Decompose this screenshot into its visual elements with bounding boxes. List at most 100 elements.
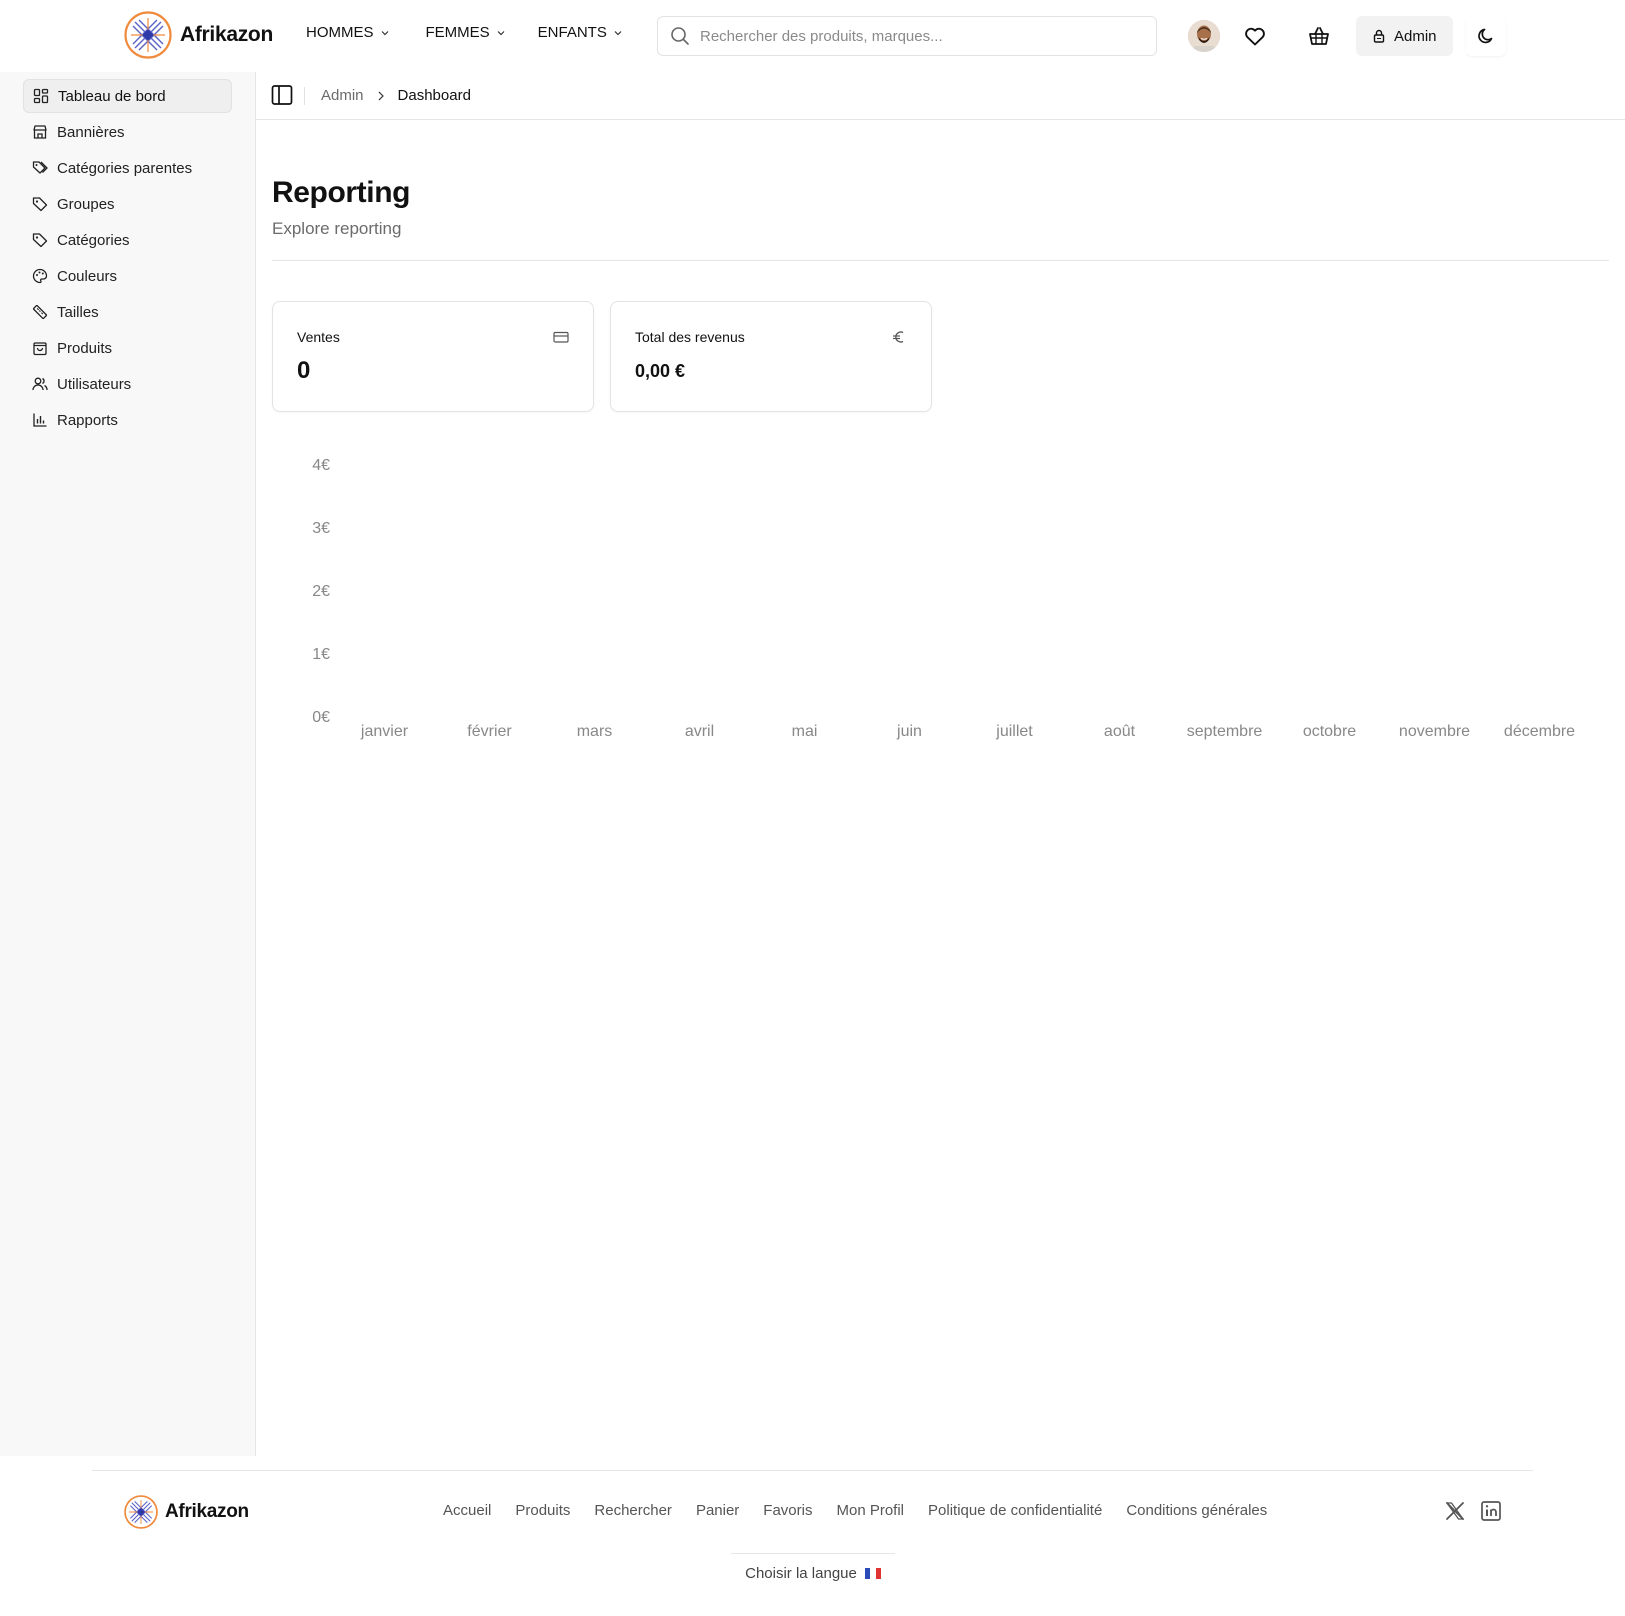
- user-avatar-icon: [1188, 20, 1220, 52]
- nav-femmes[interactable]: FEMMES: [426, 24, 506, 41]
- tag-icon: [32, 197, 48, 212]
- admin-button[interactable]: Admin: [1356, 16, 1453, 56]
- footer-link-produits[interactable]: Produits: [515, 1502, 570, 1519]
- breadcrumb-admin[interactable]: Admin: [321, 87, 364, 104]
- sidebar-item-categories-parentes[interactable]: Catégories parentes: [23, 151, 232, 185]
- footer-link-accueil[interactable]: Accueil: [443, 1502, 491, 1519]
- x-tick-label: novembre: [1399, 723, 1470, 740]
- ruler-icon: [32, 304, 48, 320]
- sidebar-item-label: Catégories: [57, 231, 130, 249]
- wishlist-button[interactable]: [1241, 22, 1269, 50]
- afrikazon-logo-icon: [124, 1495, 158, 1529]
- sidebar-item-groupes[interactable]: Groupes: [23, 187, 232, 221]
- revenue-chart: 0€ 1€ 2€ 3€ 4€ janvier février mars avril mai juin…: [312, 457, 1575, 740]
- tags-icon: [32, 161, 48, 174]
- main-nav: HOMMES FEMMES ENFANTS: [306, 24, 623, 41]
- footer-brand[interactable]: Afrikazon: [124, 1495, 249, 1529]
- moon-icon: [1478, 28, 1493, 44]
- sidebar-item-dashboard[interactable]: Tableau de bord: [23, 79, 232, 113]
- admin-sidebar: Tableau de bord Bannières Catégories par…: [0, 72, 256, 1456]
- chevron-down-icon: [381, 30, 388, 35]
- chevron-down-icon: [497, 30, 505, 35]
- theme-toggle-button[interactable]: [1466, 16, 1506, 56]
- shopping-bag-icon: [33, 342, 47, 356]
- chevron-down-icon: [614, 30, 622, 35]
- revenue-card: Total des revenus 0,00 €: [610, 301, 932, 412]
- cart-button[interactable]: [1305, 22, 1333, 50]
- sidebar-item-bannieres[interactable]: Bannières: [23, 115, 232, 149]
- page-title: Reporting: [272, 176, 411, 209]
- x-tick-label: janvier: [360, 723, 409, 740]
- tag-icon: [32, 233, 48, 248]
- page-subtitle: Explore reporting: [272, 219, 402, 238]
- sidebar-item-label: Couleurs: [57, 267, 118, 285]
- y-tick-label: 0€: [312, 709, 330, 726]
- sales-card-label: Ventes: [297, 329, 340, 345]
- footer-divider: [92, 1470, 1533, 1471]
- sidebar-item-produits[interactable]: Produits: [23, 331, 232, 365]
- nav-enfants-label: ENFANTS: [537, 24, 607, 41]
- avatar[interactable]: [1188, 20, 1220, 52]
- footer-link-panier[interactable]: Panier: [696, 1502, 739, 1519]
- content-topbar: Admin Dashboard: [256, 72, 1625, 120]
- search-icon: [671, 27, 689, 45]
- sidebar-item-couleurs[interactable]: Couleurs: [23, 259, 232, 293]
- divider: [272, 260, 1609, 261]
- sidebar-item-label: Catégories parentes: [57, 159, 193, 177]
- x-tick-label: juillet: [995, 723, 1033, 740]
- dashboard-icon: [33, 88, 49, 104]
- breadcrumb-current: Dashboard: [397, 87, 471, 104]
- linkedin-icon[interactable]: [1480, 1500, 1502, 1522]
- y-tick-label: 4€: [312, 457, 330, 474]
- search-input[interactable]: [700, 27, 1140, 45]
- bar-chart-icon: [33, 413, 47, 427]
- sidebar-toggle-icon[interactable]: [271, 84, 293, 106]
- admin-button-label: Admin: [1394, 27, 1437, 45]
- x-tick-label: juin: [896, 723, 922, 740]
- footer-brand-name: Afrikazon: [165, 1501, 249, 1522]
- euro-icon: [893, 331, 904, 343]
- x-tick-label: décembre: [1504, 723, 1575, 740]
- y-tick-label: 1€: [312, 646, 330, 663]
- footer-link-mon-profil[interactable]: Mon Profil: [836, 1502, 904, 1519]
- sidebar-item-label: Produits: [57, 339, 113, 357]
- footer-link-favoris[interactable]: Favoris: [763, 1502, 812, 1519]
- footer-links: Accueil Produits Rechercher Panier Favor…: [443, 1502, 1267, 1519]
- x-icon[interactable]: [1444, 1500, 1466, 1522]
- sidebar-item-utilisateurs[interactable]: Utilisateurs: [23, 367, 232, 401]
- search-box[interactable]: [657, 16, 1157, 56]
- basket-icon: [1309, 27, 1329, 45]
- x-tick-label: mars: [577, 723, 613, 740]
- sales-card: Ventes 0: [272, 301, 594, 412]
- store-icon: [33, 125, 47, 139]
- sidebar-item-rapports[interactable]: Rapports: [23, 403, 232, 437]
- x-tick-label: février: [467, 723, 512, 740]
- x-tick-label: avril: [685, 723, 714, 740]
- footer-link-rechercher[interactable]: Rechercher: [594, 1502, 672, 1519]
- sidebar-item-label: Bannières: [57, 123, 125, 141]
- x-tick-label: octobre: [1303, 723, 1356, 740]
- x-tick-label: août: [1104, 723, 1136, 740]
- sales-card-value: 0: [297, 357, 311, 384]
- revenue-card-value: 0,00 €: [635, 361, 686, 381]
- nav-hommes-label: HOMMES: [306, 24, 374, 41]
- footer-link-conditions[interactable]: Conditions générales: [1126, 1502, 1267, 1519]
- brand-name: Afrikazon: [180, 23, 273, 46]
- nav-femmes-label: FEMMES: [425, 24, 490, 41]
- french-flag-icon: [864, 1568, 881, 1579]
- sidebar-item-label: Tailles: [57, 303, 99, 321]
- nav-hommes[interactable]: HOMMES: [306, 24, 390, 41]
- chevron-right-icon: [378, 91, 384, 100]
- sidebar-item-label: Groupes: [57, 195, 115, 213]
- language-selector[interactable]: Choisir la langue: [731, 1553, 895, 1593]
- lock-icon: [1373, 29, 1385, 43]
- sidebar-item-categories[interactable]: Catégories: [23, 223, 232, 257]
- sidebar-item-tailles[interactable]: Tailles: [23, 295, 232, 329]
- footer-link-confidentialite[interactable]: Politique de confidentialité: [928, 1502, 1102, 1519]
- sidebar-item-label: Tableau de bord: [58, 87, 166, 105]
- sidebar-item-label: Rapports: [57, 411, 118, 429]
- afrikazon-logo-icon: [124, 11, 172, 59]
- nav-enfants[interactable]: ENFANTS: [538, 24, 623, 41]
- brand-logo[interactable]: Afrikazon: [124, 11, 273, 59]
- x-tick-label: septembre: [1187, 723, 1263, 740]
